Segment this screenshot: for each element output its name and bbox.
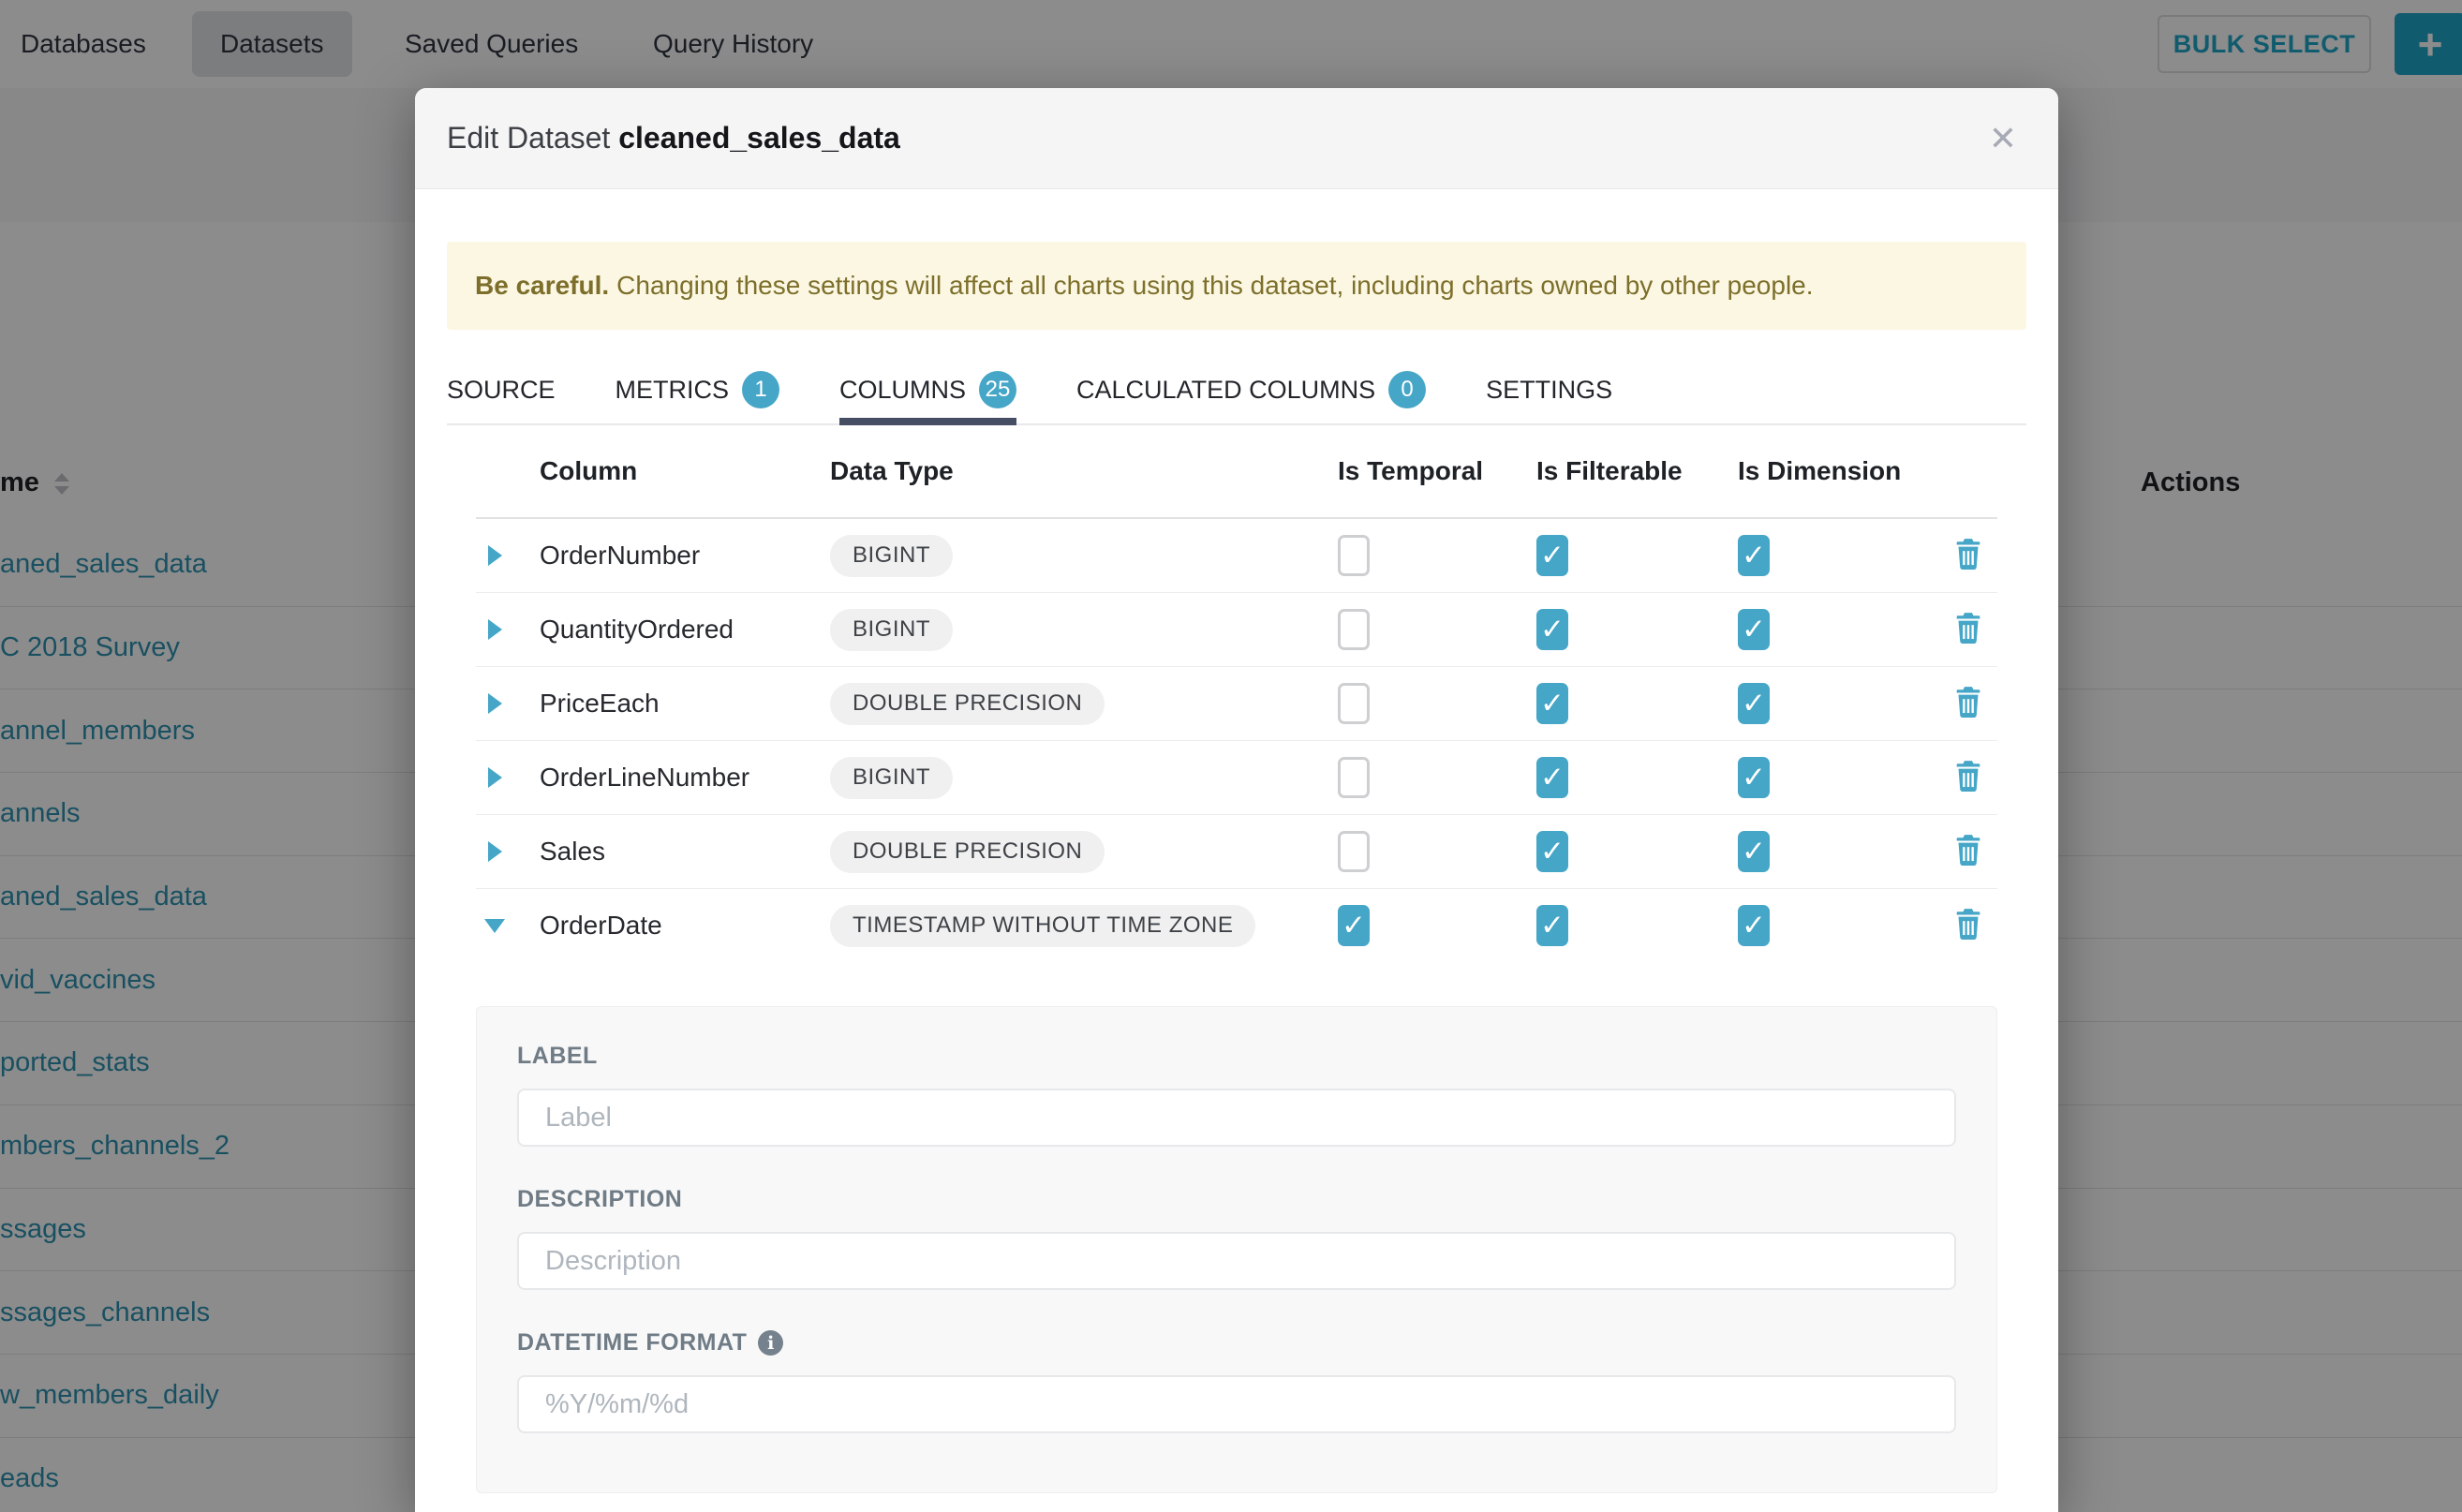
column-name: PriceEach (513, 689, 794, 719)
is-filterable-checkbox[interactable] (1536, 609, 1568, 650)
is-temporal-checkbox[interactable] (1338, 905, 1370, 946)
delete-column-button[interactable] (1939, 686, 1997, 722)
column-row: OrderNumber BIGINT (476, 519, 1997, 593)
column-row: Sales DOUBLE PRECISION (476, 815, 1997, 889)
close-icon[interactable]: ✕ (1985, 118, 2021, 159)
datetime-format-field-label: DATETIME FORMAT i (517, 1329, 1956, 1356)
column-header: Column (513, 456, 794, 486)
is-filterable-checkbox[interactable] (1536, 831, 1568, 872)
description-field-label: DESCRIPTION (517, 1186, 1956, 1213)
is-filterable-checkbox[interactable] (1536, 683, 1568, 724)
is-filterable-checkbox[interactable] (1536, 535, 1568, 576)
tab-columns[interactable]: COLUMNS 25 (839, 356, 1016, 423)
modal-header: Edit Dataset cleaned_sales_data ✕ (415, 88, 2058, 189)
edit-dataset-modal: Edit Dataset cleaned_sales_data ✕ Be car… (415, 88, 2058, 1512)
columns-table: Column Data Type Is Temporal Is Filterab… (476, 425, 1997, 962)
label-input[interactable] (517, 1089, 1956, 1147)
column-name: OrderLineNumber (513, 763, 794, 793)
tab-label: METRICS (616, 376, 730, 405)
warning-banner: Be careful. Changing these settings will… (447, 242, 2026, 330)
data-type-pill: BIGINT (830, 609, 953, 651)
is-dimension-checkbox[interactable] (1738, 609, 1770, 650)
trash-icon (1954, 612, 1982, 648)
is-temporal-checkbox[interactable] (1338, 609, 1370, 650)
is-temporal-checkbox[interactable] (1338, 535, 1370, 576)
column-row: QuantityOrdered BIGINT (476, 593, 1997, 667)
tab-source[interactable]: SOURCE (447, 356, 556, 423)
trash-icon (1954, 760, 1982, 796)
tab-label: SETTINGS (1486, 376, 1612, 405)
column-name: OrderNumber (513, 541, 794, 571)
is-temporal-header: Is Temporal (1338, 456, 1536, 486)
is-filterable-checkbox[interactable] (1536, 905, 1568, 946)
column-name: Sales (513, 837, 794, 867)
trash-icon (1954, 834, 1982, 870)
modal-tabs: SOURCE METRICS 1 COLUMNS 25 CALCULATED COLUMN… (447, 356, 2026, 425)
expand-caret-icon[interactable] (488, 619, 502, 640)
trash-icon (1954, 538, 1982, 574)
tab-label: CALCULATED COLUMNS (1076, 376, 1375, 405)
delete-column-button[interactable] (1939, 834, 1997, 870)
info-icon[interactable]: i (758, 1330, 783, 1356)
modal-title: Edit Dataset cleaned_sales_data (447, 121, 900, 156)
data-type-pill: BIGINT (830, 757, 953, 799)
columns-table-header: Column Data Type Is Temporal Is Filterab… (476, 425, 1997, 519)
dataset-name: cleaned_sales_data (618, 121, 900, 155)
expand-caret-icon[interactable] (488, 545, 502, 566)
is-dimension-checkbox[interactable] (1738, 905, 1770, 946)
tab-count-badge: 0 (1388, 371, 1426, 408)
column-detail-panel: LABEL DESCRIPTION DATETIME FORMAT i (476, 1006, 1997, 1493)
delete-column-button[interactable] (1939, 908, 1997, 944)
tab-label: COLUMNS (839, 376, 966, 405)
delete-column-button[interactable] (1939, 538, 1997, 574)
warning-bold-text: Be careful. (475, 271, 609, 301)
data-type-pill: BIGINT (830, 535, 953, 577)
collapse-caret-icon[interactable] (484, 919, 505, 933)
delete-column-button[interactable] (1939, 612, 1997, 648)
trash-icon (1954, 908, 1982, 944)
column-row: OrderDate TIMESTAMP WITHOUT TIME ZONE (476, 889, 1997, 962)
column-name: OrderDate (513, 911, 794, 941)
is-dimension-checkbox[interactable] (1738, 683, 1770, 724)
data-type-pill: DOUBLE PRECISION (830, 831, 1105, 873)
is-temporal-checkbox[interactable] (1338, 757, 1370, 798)
tab-count-badge: 25 (979, 371, 1016, 408)
expand-caret-icon[interactable] (488, 841, 502, 862)
modal-body: Be careful. Changing these settings will… (415, 242, 2058, 1493)
label-field-label: LABEL (517, 1043, 1956, 1070)
tab-calculated-columns[interactable]: CALCULATED COLUMNS 0 (1076, 356, 1426, 423)
expand-caret-icon[interactable] (488, 767, 502, 788)
column-row: OrderLineNumber BIGINT (476, 741, 1997, 815)
is-dimension-checkbox[interactable] (1738, 757, 1770, 798)
data-type-pill: TIMESTAMP WITHOUT TIME ZONE (830, 905, 1255, 947)
tab-metrics[interactable]: METRICS 1 (616, 356, 780, 423)
expand-caret-icon[interactable] (488, 693, 502, 714)
is-filterable-header: Is Filterable (1536, 456, 1738, 486)
tab-settings[interactable]: SETTINGS (1486, 356, 1612, 423)
data-type-pill: DOUBLE PRECISION (830, 683, 1105, 725)
tab-count-badge: 1 (742, 371, 779, 408)
is-temporal-checkbox[interactable] (1338, 683, 1370, 724)
delete-column-button[interactable] (1939, 760, 1997, 796)
datetime-format-input[interactable] (517, 1375, 1956, 1433)
is-dimension-header: Is Dimension (1738, 456, 1939, 486)
screen: DatabasesDatasetsSaved QueriesQuery Hist… (0, 0, 2462, 1512)
is-filterable-checkbox[interactable] (1536, 757, 1568, 798)
tab-label: SOURCE (447, 376, 556, 405)
is-temporal-checkbox[interactable] (1338, 831, 1370, 872)
data-type-header: Data Type (794, 456, 1338, 486)
description-input[interactable] (517, 1232, 1956, 1290)
column-name: QuantityOrdered (513, 615, 794, 645)
trash-icon (1954, 686, 1982, 722)
is-dimension-checkbox[interactable] (1738, 535, 1770, 576)
is-dimension-checkbox[interactable] (1738, 831, 1770, 872)
warning-text: Changing these settings will affect all … (616, 271, 1813, 301)
column-row: PriceEach DOUBLE PRECISION (476, 667, 1997, 741)
